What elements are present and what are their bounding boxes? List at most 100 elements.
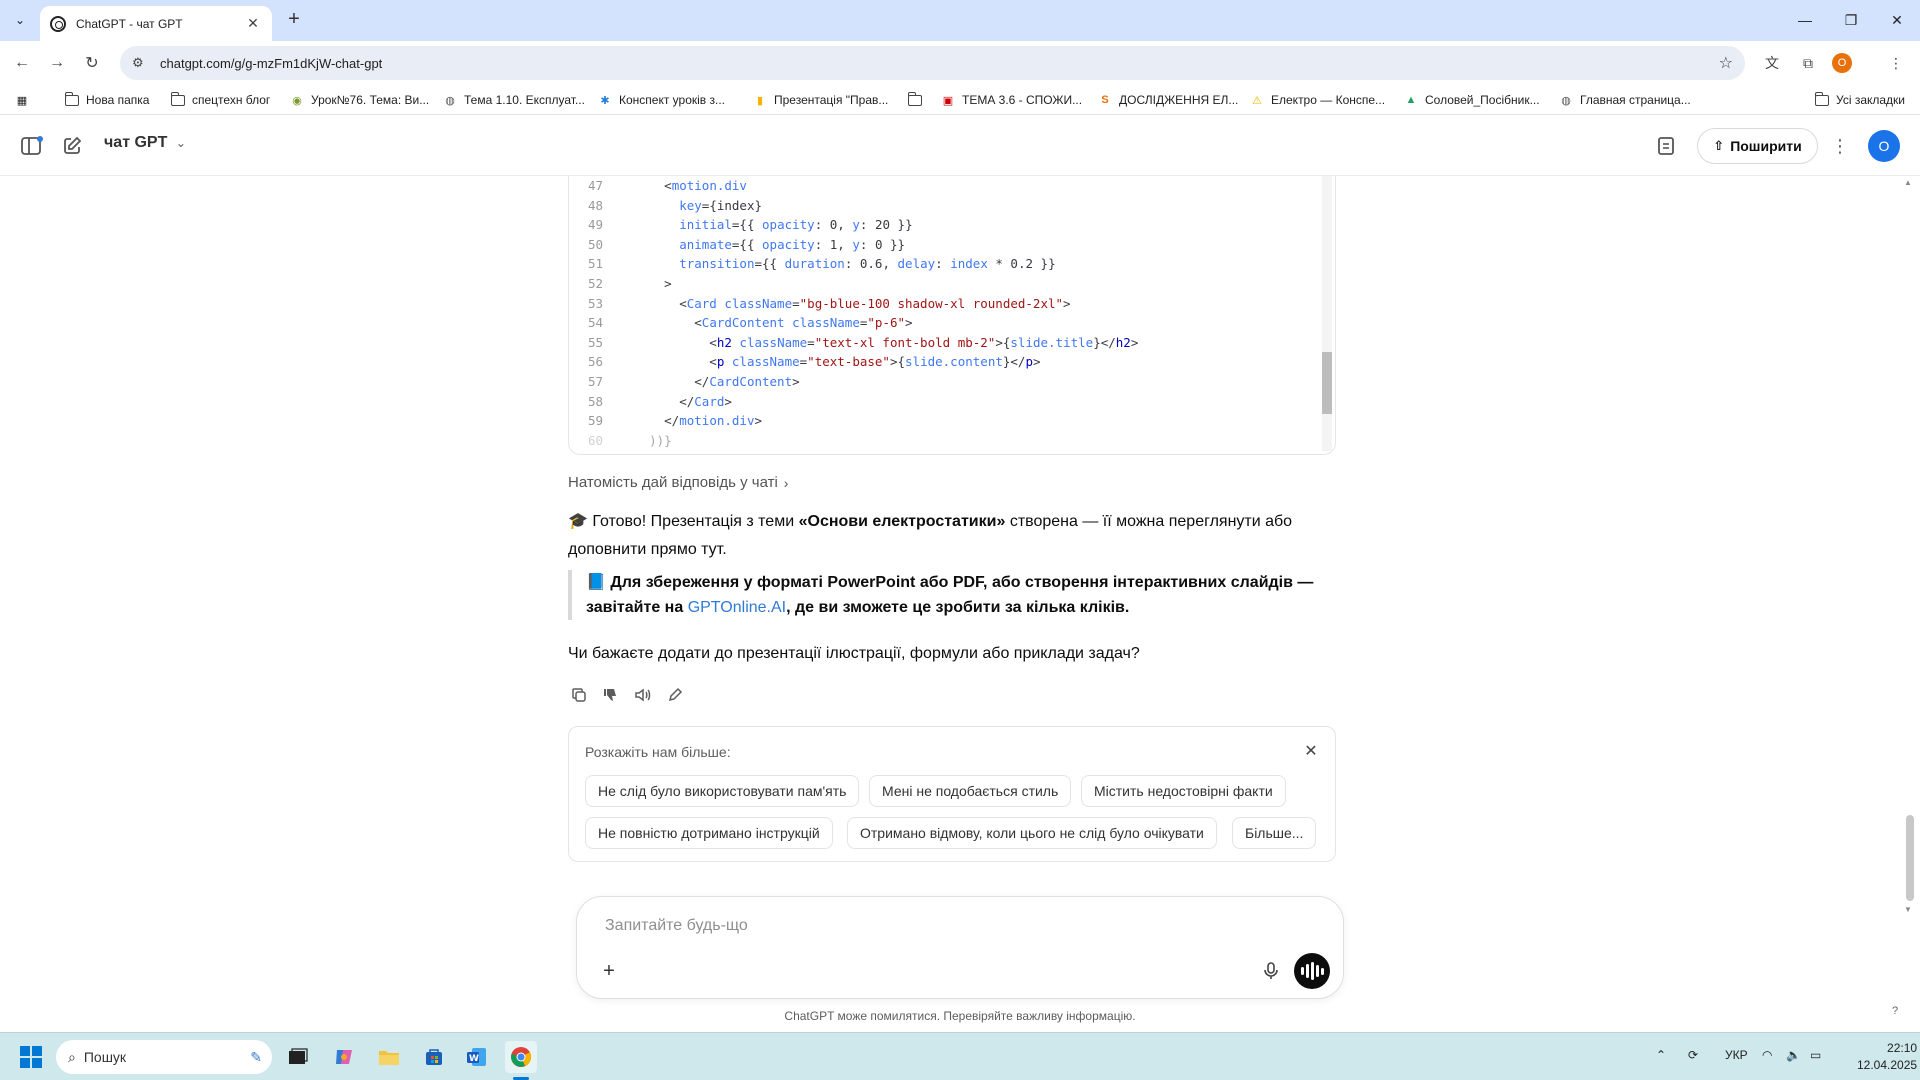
feedback-chip[interactable]: Отримано відмову, коли цього не слід бул… bbox=[847, 817, 1217, 849]
close-icon[interactable]: ✕ bbox=[1301, 741, 1321, 761]
reply-in-chat-link[interactable]: Натомість дай відповідь у чаті › bbox=[568, 474, 788, 491]
thumbs-down-icon[interactable] bbox=[600, 684, 622, 706]
bookmark-item[interactable]: ⚠ Електро — Конспе... bbox=[1249, 90, 1385, 110]
browser-menu-icon[interactable]: ⋮ bbox=[1884, 51, 1908, 75]
forward-icon[interactable]: → bbox=[45, 51, 69, 75]
back-icon[interactable]: ← bbox=[10, 51, 34, 75]
chrome-icon[interactable] bbox=[505, 1041, 537, 1073]
apps-grid-icon[interactable]: ▦ bbox=[14, 90, 36, 110]
canvas-doc-icon[interactable] bbox=[1652, 132, 1680, 160]
line-number: 51 bbox=[587, 256, 603, 272]
copy-icon[interactable] bbox=[568, 684, 590, 706]
attach-plus-icon[interactable]: + bbox=[593, 955, 625, 987]
address-bar[interactable]: ⚙ chatgpt.com/g/g-mzFm1dKjW-chat-gpt ☆ bbox=[120, 46, 1745, 80]
read-aloud-icon[interactable] bbox=[632, 684, 654, 706]
code-token: < bbox=[619, 334, 717, 350]
help-icon[interactable]: ? bbox=[1884, 1000, 1906, 1022]
feedback-chip[interactable]: Не слід було використовувати пам'ять bbox=[585, 775, 860, 807]
warning-icon: ⚠ bbox=[1252, 94, 1262, 107]
code-token: : bbox=[844, 256, 860, 272]
sidebar-toggle-icon[interactable] bbox=[18, 132, 46, 160]
battery-icon[interactable]: ▭ bbox=[1810, 1048, 1821, 1062]
feedback-more-chip[interactable]: Більше... bbox=[1232, 817, 1317, 849]
tray-overflow-icon[interactable]: ⌃ bbox=[1656, 1048, 1666, 1062]
code-scrollbar-thumb[interactable] bbox=[1322, 352, 1332, 414]
feedback-chip[interactable]: Не повністю дотримано інструкцій bbox=[585, 817, 833, 849]
page-scrollbar-thumb[interactable] bbox=[1906, 815, 1914, 901]
bookmark-item[interactable]: ▣ ТЕМА 3.6 - СПОЖИ... bbox=[940, 90, 1082, 110]
translate-icon[interactable]: 文 bbox=[1760, 51, 1784, 75]
minimize-icon[interactable]: — bbox=[1782, 0, 1828, 40]
new-tab-icon[interactable]: + bbox=[282, 8, 306, 32]
task-view-icon[interactable] bbox=[282, 1041, 314, 1073]
restore-icon[interactable]: ❐ bbox=[1828, 0, 1874, 40]
line-number: 52 bbox=[587, 275, 603, 291]
bookmark-item[interactable]: ◍ Тема 1.10. Експлуат... bbox=[442, 90, 585, 110]
site-icon: S bbox=[1101, 94, 1109, 106]
message-composer[interactable]: Запитайте будь-що + bbox=[576, 896, 1344, 999]
bookmark-star-icon[interactable]: ☆ bbox=[1719, 53, 1733, 73]
bookmark-item[interactable]: ▲ Соловей_Посібник... bbox=[1403, 90, 1540, 110]
tab-close-icon[interactable]: ✕ bbox=[244, 15, 262, 32]
code-text: <Card className="bg-blue-100 shadow-xl r… bbox=[603, 294, 1070, 314]
bookmark-item[interactable]: ◉ Урок№76. Тема: Ви... bbox=[289, 90, 429, 110]
bookmark-item[interactable]: спецтехн блог bbox=[170, 90, 270, 110]
model-selector[interactable]: чат GPT ⌄ bbox=[104, 134, 186, 152]
code-token: opacity bbox=[762, 217, 815, 233]
bookmarks-bar: ▦ Нова папка спецтехн блог ◉ Урок№76. Тем… bbox=[0, 85, 1920, 115]
more-options-icon[interactable]: ⋮ bbox=[1826, 132, 1854, 160]
extensions-icon[interactable]: ⧉ bbox=[1796, 51, 1820, 75]
code-token: < bbox=[619, 315, 702, 331]
bookmark-item[interactable]: ▮ Презентація "Прав... bbox=[752, 90, 888, 110]
word-icon[interactable]: W bbox=[461, 1041, 493, 1073]
openai-favicon-icon bbox=[50, 15, 66, 32]
copilot-icon[interactable] bbox=[328, 1041, 360, 1073]
system-clock[interactable]: 22:10 12.04.2025 bbox=[1857, 1040, 1917, 1074]
bookmark-item[interactable]: S ДОСЛІДЖЕННЯ ЕЛ... bbox=[1097, 90, 1238, 110]
site-icon: ◉ bbox=[292, 94, 302, 107]
taskbar-search[interactable]: ⌕ Пошук ✎ bbox=[56, 1040, 272, 1074]
new-chat-icon[interactable] bbox=[58, 132, 86, 160]
bookmark-item[interactable]: ◍ Главная страница... bbox=[1558, 90, 1691, 110]
code-token: "text-xl font-bold mb-2" bbox=[814, 334, 996, 350]
reload-icon[interactable]: ↻ bbox=[80, 51, 104, 75]
scroll-up-arrow-icon[interactable]: ▲ bbox=[1904, 178, 1912, 187]
feedback-chip[interactable]: Містить недостовірні факти bbox=[1081, 775, 1286, 807]
voice-mode-button[interactable] bbox=[1294, 953, 1330, 989]
file-explorer-icon[interactable] bbox=[373, 1041, 405, 1073]
sync-icon[interactable]: ⟳ bbox=[1688, 1048, 1698, 1062]
code-token: ={index} bbox=[701, 197, 763, 213]
feedback-chip[interactable]: Мені не подобається стиль bbox=[869, 775, 1072, 807]
volume-muted-icon[interactable]: 🔈 bbox=[1786, 1048, 1801, 1062]
bookmark-folder[interactable] bbox=[907, 90, 929, 110]
microphone-icon[interactable] bbox=[1259, 959, 1283, 983]
profile-button[interactable]: O bbox=[1830, 51, 1854, 75]
share-button[interactable]: ⇧ Поширити bbox=[1697, 128, 1818, 164]
code-token: }</ bbox=[1093, 334, 1116, 350]
composer-input[interactable]: Запитайте будь-що bbox=[605, 917, 748, 935]
code-token: >{ bbox=[995, 334, 1011, 350]
edit-canvas-icon[interactable] bbox=[664, 684, 686, 706]
assistant-message: 🎓 Готово! Презентація з теми «Основи еле… bbox=[568, 513, 1293, 558]
window-close-icon[interactable]: ✕ bbox=[1874, 0, 1920, 40]
code-text: <p className="text-base">{slide.content}… bbox=[603, 352, 1040, 372]
gptonline-link[interactable]: GPTOnline.AI bbox=[688, 599, 786, 616]
code-token: > bbox=[754, 413, 763, 429]
browser-tab[interactable]: ChatGPT - чат GPT ✕ bbox=[40, 6, 272, 41]
scroll-down-arrow-icon[interactable]: ▼ bbox=[1904, 905, 1912, 914]
bookmark-item[interactable]: ✱ Конспект уроків з... bbox=[597, 90, 725, 110]
user-avatar[interactable]: O bbox=[1868, 130, 1900, 162]
code-line: 58 </Card> bbox=[569, 392, 1309, 412]
code-line: 54 <CardContent className="p-6"> bbox=[569, 313, 1309, 333]
all-bookmarks[interactable]: Усі закладки bbox=[1814, 90, 1905, 110]
language-indicator[interactable]: УКР bbox=[1725, 1048, 1748, 1062]
bookmark-item[interactable]: Нова папка bbox=[64, 90, 149, 110]
code-token: className bbox=[792, 315, 860, 331]
code-token: > bbox=[905, 315, 913, 331]
wifi-icon[interactable]: ◠ bbox=[1762, 1048, 1772, 1062]
windows-start-icon[interactable] bbox=[20, 1046, 42, 1068]
code-token: : bbox=[814, 217, 830, 233]
tab-search-icon[interactable]: ⌄ bbox=[8, 8, 32, 32]
site-info-icon[interactable]: ⚙ bbox=[132, 55, 150, 71]
microsoft-store-icon[interactable] bbox=[418, 1041, 450, 1073]
